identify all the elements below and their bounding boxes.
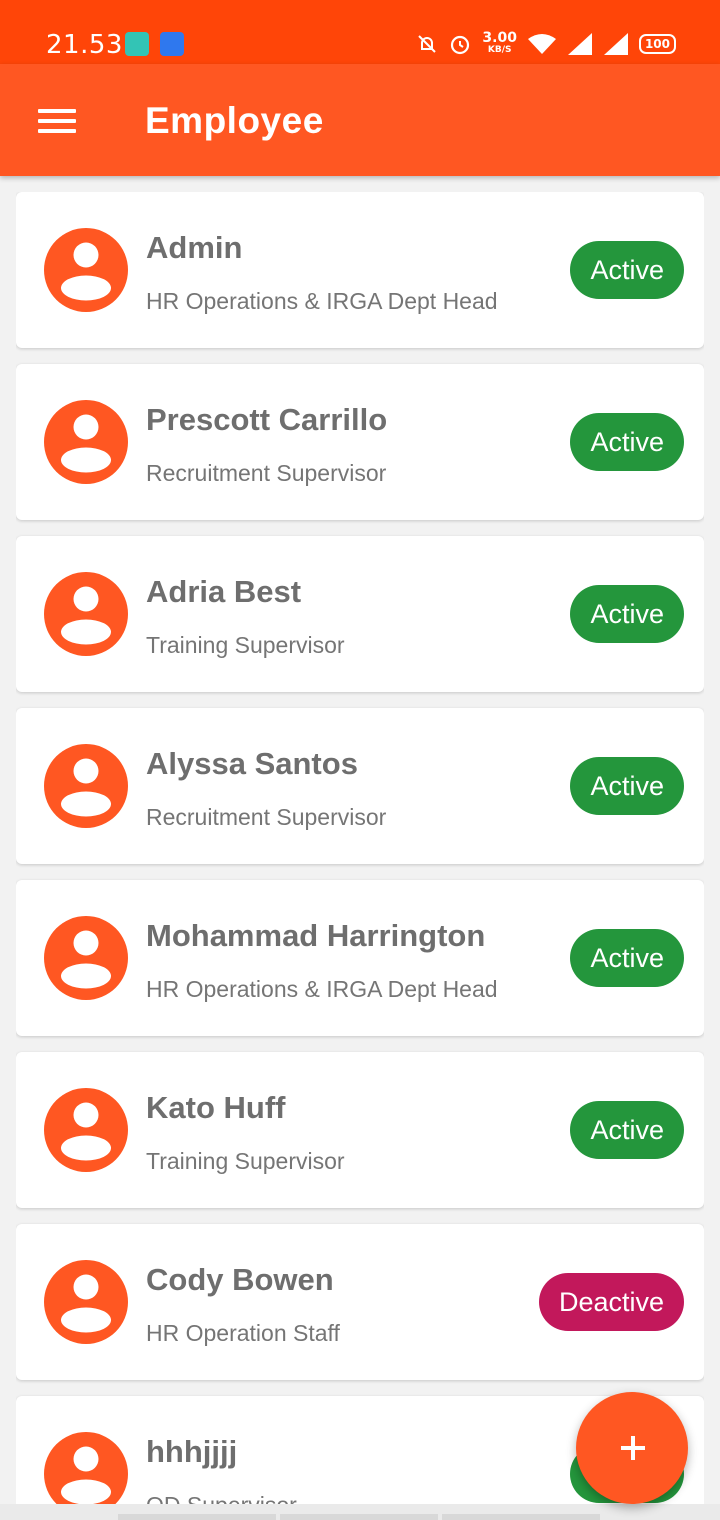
add-employee-button[interactable] <box>576 1392 688 1504</box>
employee-role: Training Supervisor <box>146 632 345 658</box>
employee-role: HR Operations & IRGA Dept Head <box>146 976 498 1002</box>
bottom-strip <box>0 1504 720 1520</box>
employee-card[interactable]: Admin HR Operations & IRGA Dept Head Act… <box>16 192 704 348</box>
signal-icon <box>603 33 628 55</box>
employee-card[interactable]: Alyssa Santos Recruitment Supervisor Act… <box>16 708 704 864</box>
signal-icon <box>567 33 592 55</box>
status-badge[interactable]: Active <box>570 241 684 299</box>
user-avatar-icon <box>44 1260 128 1344</box>
mute-bell-icon <box>418 35 437 53</box>
employee-name: Alyssa Santos <box>146 746 358 781</box>
employee-role: OD Supervisor <box>146 1492 297 1504</box>
net-speed: 3.00 KB/S <box>482 31 517 56</box>
employee-name: Mohammad Harrington <box>146 918 486 953</box>
status-icons: 3.00 KB/S 100 <box>416 30 676 58</box>
employee-card[interactable]: Prescott Carrillo Recruitment Supervisor… <box>16 364 704 520</box>
hamburger-menu-icon[interactable] <box>38 109 76 133</box>
user-avatar-icon <box>44 1432 128 1504</box>
employee-role: Training Supervisor <box>146 1148 345 1174</box>
user-avatar-icon <box>44 572 128 656</box>
status-badge[interactable]: Active <box>570 929 684 987</box>
employee-name: Prescott Carrillo <box>146 402 388 437</box>
page-title: Employee <box>145 100 324 141</box>
employee-role: Recruitment Supervisor <box>146 460 387 486</box>
teal-app-icon <box>125 32 149 56</box>
status-badge[interactable]: Active <box>570 1101 684 1159</box>
employee-name: Cody Bowen <box>146 1262 334 1297</box>
status-time: 21.53 <box>46 30 123 60</box>
wifi-icon <box>527 34 556 54</box>
user-avatar-icon <box>44 1088 128 1172</box>
employee-card[interactable]: Kato Huff Training Supervisor Active <box>16 1052 704 1208</box>
battery-icon: 100 <box>638 34 676 54</box>
employee-name: Admin <box>146 230 243 265</box>
status-badge[interactable]: Active <box>570 585 684 643</box>
usb-icon <box>160 32 184 56</box>
user-avatar-icon <box>44 228 128 312</box>
employee-role: HR Operations & IRGA Dept Head <box>146 288 498 314</box>
status-badge[interactable]: Active <box>570 413 684 471</box>
employee-name: Kato Huff <box>146 1090 286 1125</box>
employee-card[interactable]: Mohammad Harrington HR Operations & IRGA… <box>16 880 704 1036</box>
employee-list[interactable]: Admin HR Operations & IRGA Dept Head Act… <box>16 192 704 1504</box>
employee-role: HR Operation Staff <box>146 1320 340 1346</box>
app-bar: Employee <box>0 64 720 176</box>
employee-name: Adria Best <box>146 574 302 609</box>
employee-card[interactable]: Cody Bowen HR Operation Staff Deactive <box>16 1224 704 1380</box>
employee-card[interactable]: Adria Best Training Supervisor Active <box>16 536 704 692</box>
status-badge[interactable]: Deactive <box>538 1273 684 1331</box>
alarm-icon <box>451 35 470 55</box>
status-bar: 21.53 3.00 KB/S 100 <box>0 0 720 64</box>
user-avatar-icon <box>44 916 128 1000</box>
user-avatar-icon <box>44 744 128 828</box>
user-avatar-icon <box>44 400 128 484</box>
employee-role: Recruitment Supervisor <box>146 804 387 830</box>
employee-name: hhhjjjj <box>146 1434 238 1469</box>
status-badge[interactable]: Active <box>570 757 684 815</box>
